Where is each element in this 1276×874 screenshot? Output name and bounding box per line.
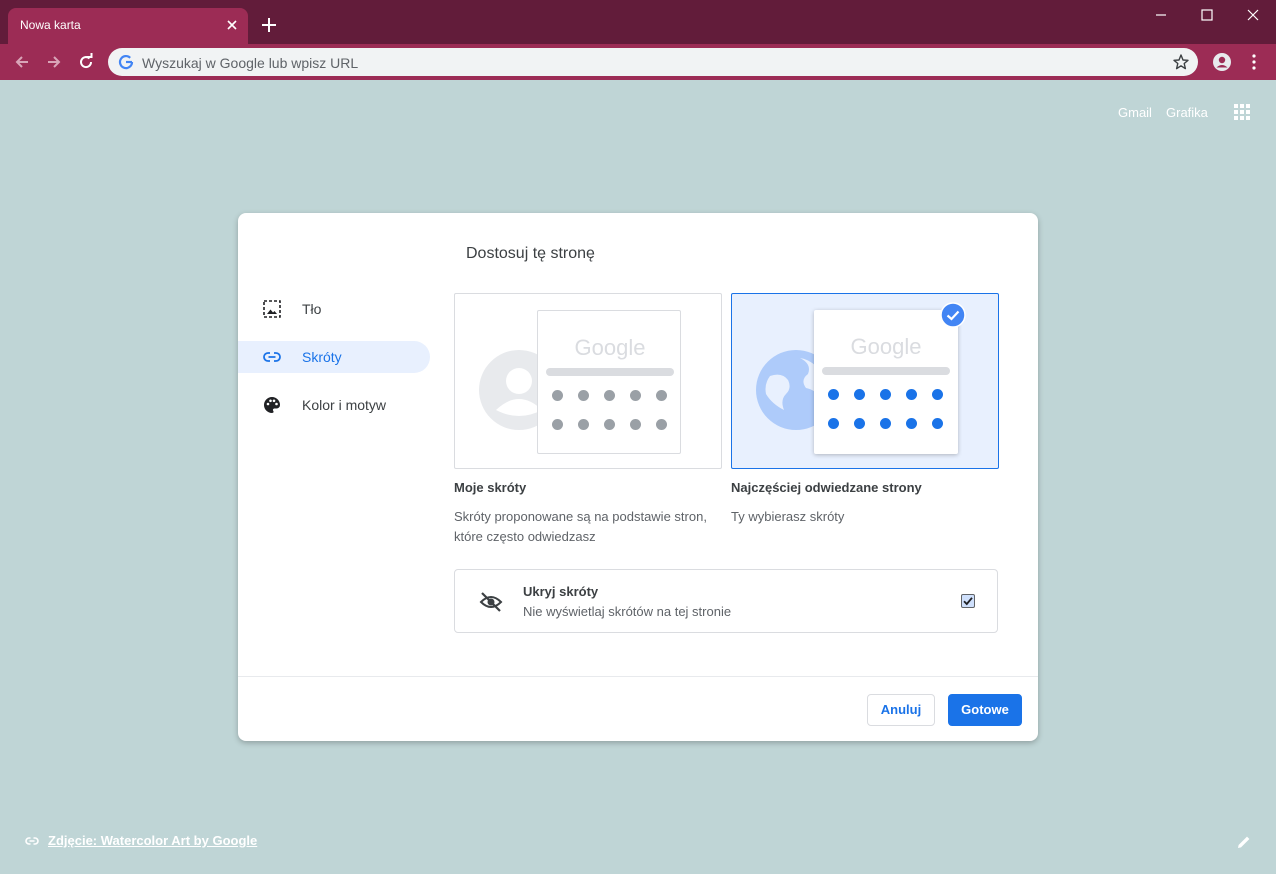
dialog-title: Dostosuj tę stronę: [466, 245, 595, 262]
preview-searchbar: [546, 368, 674, 376]
option-description: Skróty proponowane są na podstawie stron…: [454, 509, 707, 544]
preview-logo: Google: [850, 334, 922, 359]
preview-logo: Google: [574, 335, 646, 360]
preview-dots-row: [828, 389, 944, 401]
address-placeholder: Wyszukaj w Google lub wpisz URL: [142, 55, 359, 71]
sidebar-item-label: Skróty: [302, 349, 342, 365]
photo-attribution-link[interactable]: Zdjęcie: Watercolor Art by Google: [48, 833, 257, 848]
customize-dialog: Dostosuj tę stronę Tło Skróty Kolor i mo…: [238, 213, 1038, 741]
close-window-icon[interactable]: [1246, 8, 1260, 22]
back-icon[interactable]: [12, 52, 32, 72]
sidebar-item-background[interactable]: Tło: [238, 293, 430, 325]
sidebar-item-color-theme[interactable]: Kolor i motyw: [238, 389, 430, 421]
selected-check-icon: [940, 302, 966, 328]
done-button[interactable]: Gotowe: [948, 694, 1022, 726]
shortcuts-preview-card: Google: [537, 310, 681, 454]
maximize-icon[interactable]: [1200, 8, 1214, 22]
link-icon: [25, 837, 39, 845]
cancel-button[interactable]: Anuluj: [867, 694, 935, 726]
edit-pencil-icon[interactable]: [1236, 834, 1252, 850]
hide-shortcuts-subtitle: Nie wyświetlaj skrótów na tej stronie: [523, 604, 732, 619]
reload-icon[interactable]: [76, 52, 96, 72]
menu-kebab-icon[interactable]: [1244, 52, 1264, 72]
dialog-divider: [238, 676, 1038, 677]
option-most-visited[interactable]: Google: [731, 293, 999, 469]
browser-titlebar: Nowa karta: [0, 0, 1276, 44]
tab-new-tab[interactable]: Nowa karta: [8, 8, 248, 44]
preview-dots-row: [552, 419, 668, 431]
bookmark-star-icon[interactable]: [1172, 53, 1190, 71]
sidebar-item-shortcuts[interactable]: Skróty: [238, 341, 430, 373]
link-icon: [263, 352, 281, 362]
close-tab-icon[interactable]: [224, 17, 240, 33]
gmail-link[interactable]: Gmail: [1118, 105, 1152, 120]
visibility-off-icon: [479, 592, 503, 612]
option-title: Moje skróty: [454, 480, 527, 495]
apps-grid-icon[interactable]: [1232, 102, 1252, 122]
hide-shortcuts-checkbox[interactable]: [961, 594, 975, 608]
profile-avatar-icon[interactable]: [1212, 52, 1232, 72]
hide-shortcuts-toggle[interactable]: Ukryj skróty Nie wyświetlaj skrótów na t…: [454, 569, 998, 633]
preview-searchbar: [822, 367, 950, 375]
option-description: Ty wybierasz skróty: [731, 509, 845, 524]
preview-dots-row: [828, 418, 944, 430]
image-icon: [263, 300, 281, 318]
address-bar[interactable]: Wyszukaj w Google lub wpisz URL: [108, 48, 1198, 76]
sidebar-item-label: Kolor i motyw: [302, 397, 387, 413]
forward-icon[interactable]: [44, 52, 64, 72]
new-tab-icon[interactable]: [260, 16, 278, 34]
minimize-icon[interactable]: [1154, 8, 1168, 22]
tab-title: Nowa karta: [20, 18, 81, 32]
preview-dots-row: [552, 390, 668, 402]
google-icon: [118, 55, 134, 70]
browser-toolbar: Wyszukaj w Google lub wpisz URL: [0, 44, 1276, 80]
hide-shortcuts-title: Ukryj skróty: [523, 584, 599, 599]
option-title: Najczęściej odwiedzane strony: [731, 480, 922, 495]
images-link[interactable]: Grafika: [1166, 105, 1208, 120]
palette-icon: [264, 397, 280, 413]
shortcuts-preview-card: Google: [814, 310, 958, 454]
option-my-shortcuts[interactable]: Google: [454, 293, 722, 469]
sidebar-item-label: Tło: [302, 301, 322, 317]
